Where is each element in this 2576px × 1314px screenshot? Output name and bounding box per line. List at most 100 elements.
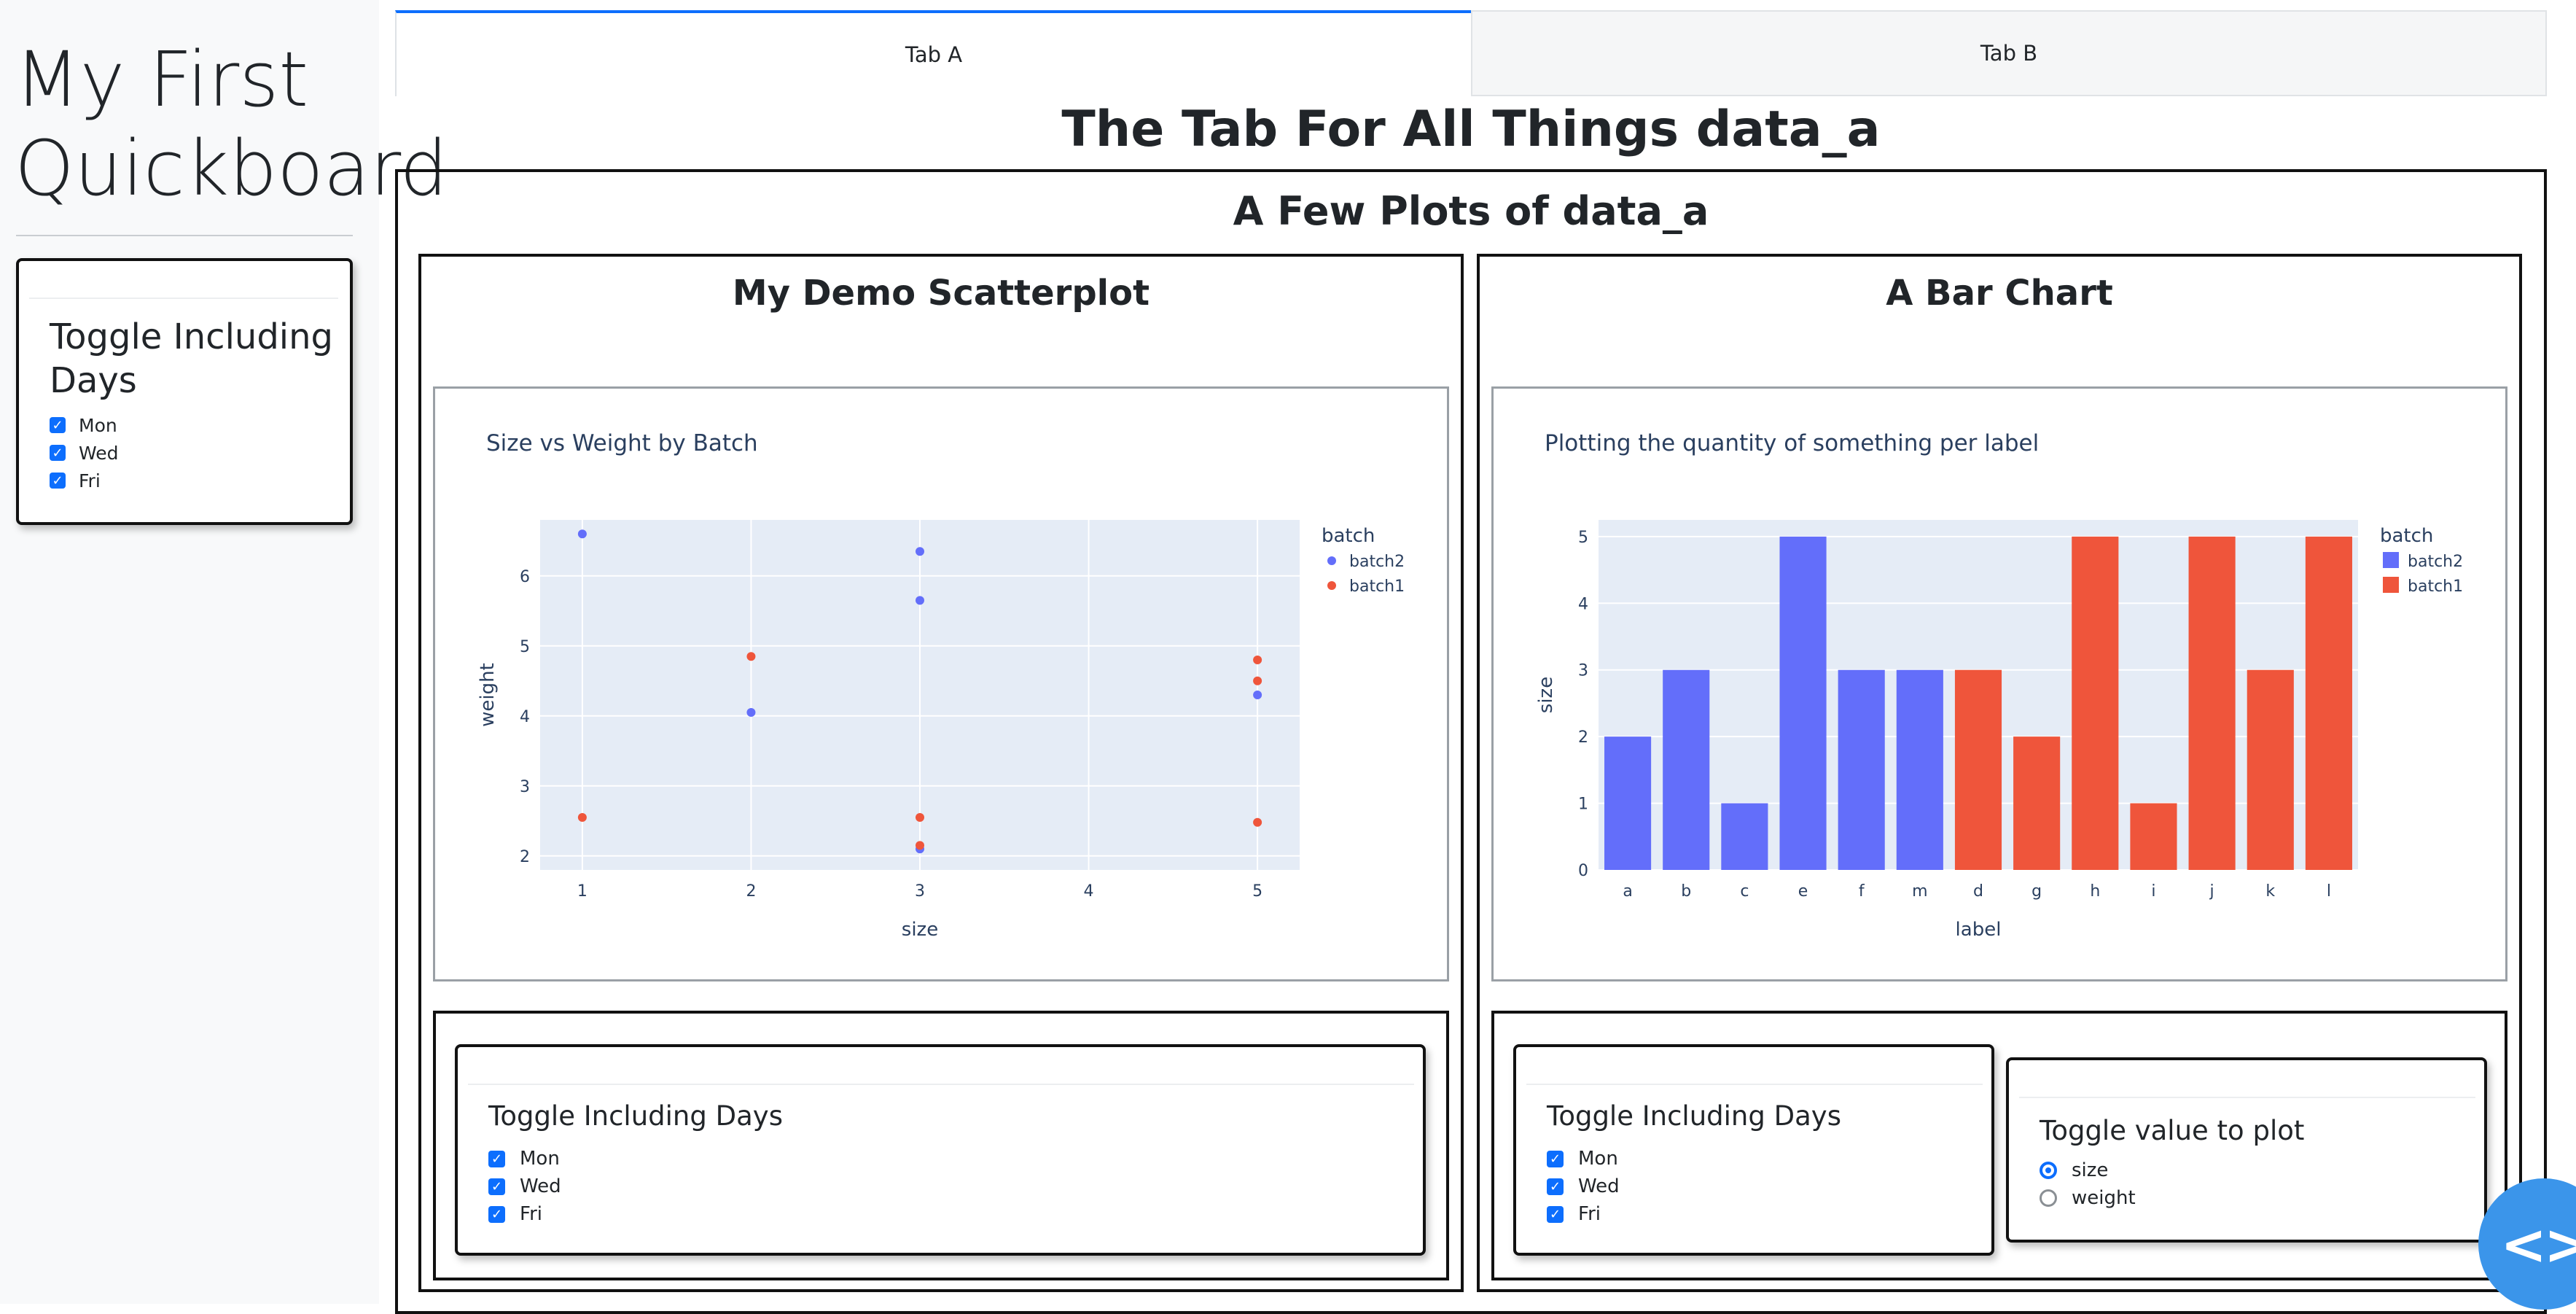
checkbox-mon[interactable]: ✓ Mon [1547,1145,1620,1173]
card-header-divider [1526,1084,1983,1085]
bar-f[interactable] [1838,669,1885,870]
scatter-panel-title: My Demo Scatterplot [732,273,1150,314]
bar-y-tick-label: 5 [1578,529,1588,547]
bar-days-card-title: Toggle Including Days [1547,1100,1841,1132]
checkbox-mon[interactable]: ✓ Mon [50,411,119,439]
checkbox-checked-icon[interactable]: ✓ [488,1178,505,1195]
scatter-days-card-title: Toggle Including Days [488,1100,783,1132]
bar-legend-marker [2383,552,2399,568]
bar-x-tick-label: c [1740,882,1749,901]
scatter-x-tick-label: 1 [577,882,588,901]
scatter-point-batch2[interactable] [916,547,924,556]
scatter-point-batch1[interactable] [1253,817,1262,827]
scatter-point-batch1[interactable] [1253,656,1262,664]
bar-x-tick-label: m [1912,882,1927,901]
scatter-point-batch1[interactable] [1253,676,1262,685]
bar-l[interactable] [2305,536,2352,870]
scatter-y-tick-label: 3 [520,778,530,796]
bar-m[interactable] [1896,669,1943,870]
bar-title: Plotting the quantity of something per l… [1545,430,2039,456]
checkbox-label: Mon [79,414,117,436]
tab-a[interactable]: Tab A [395,10,1471,96]
scatter-x-tick-label: 4 [1084,882,1094,901]
radio-size[interactable]: size [2040,1156,2136,1184]
bar-g[interactable] [2013,736,2061,870]
bar-legend-title: batch [2380,525,2433,547]
scatter-x-tick-label: 5 [1252,882,1262,901]
radio-unselected-icon[interactable] [2040,1189,2057,1207]
scatter-legend[interactable]: batch batch2 batch1 [1322,525,1405,596]
checkbox-label: Mon [520,1148,560,1170]
bar-d[interactable] [1954,669,2002,870]
tab-b[interactable]: Tab B [1471,10,2547,96]
bar-legend-marker [2383,577,2399,593]
checkbox-checked-icon[interactable]: ✓ [50,445,66,461]
bar-svg[interactable]: Plotting the quantity of something per l… [1494,389,2505,979]
bar-legend-label: batch2 [2408,553,2463,571]
checkbox-fri[interactable]: ✓ Fri [488,1200,561,1228]
bar-h[interactable] [2072,536,2119,870]
bar-c[interactable] [1721,803,1768,870]
bar-x-tick-label: k [2265,882,2275,901]
checkbox-checked-icon[interactable]: ✓ [50,417,66,433]
card-header-divider [468,1084,1414,1085]
scatter-x-tick-label: 3 [915,882,925,901]
bar-y-tick-label: 2 [1578,728,1588,747]
bar-value-card-title: Toggle value to plot [2040,1115,2305,1146]
scatter-point-batch2[interactable] [746,708,756,717]
checkbox-wed[interactable]: ✓ Wed [1547,1173,1620,1200]
checkbox-checked-icon[interactable]: ✓ [1547,1205,1564,1223]
app-title: My First Quickboard [15,35,448,213]
bar-legend[interactable]: batch batch2 batch1 [2380,525,2463,596]
checkbox-checked-icon[interactable]: ✓ [1547,1150,1564,1167]
checkbox-wed[interactable]: ✓ Wed [488,1173,561,1200]
app-title-line1: My First [15,35,309,124]
scatter-legend-title: batch [1322,525,1375,547]
scatter-legend-marker [1327,556,1336,565]
bar-k[interactable] [2247,669,2294,870]
bar-plot[interactable]: Plotting the quantity of something per l… [1491,386,2507,981]
scatter-legend-marker [1327,581,1336,590]
scatter-title: Size vs Weight by Batch [486,430,758,456]
checkbox-checked-icon[interactable]: ✓ [1547,1178,1564,1195]
checkbox-wed[interactable]: ✓ Wed [50,439,119,467]
scatter-point-batch2[interactable] [916,596,924,605]
scatter-point-batch1[interactable] [916,813,924,822]
bar-days-card: Toggle Including Days ✓ Mon ✓ Wed ✓ Fri [1513,1044,1994,1256]
tab-a-label: Tab A [905,42,963,67]
bar-panel-title: A Bar Chart [1886,273,2113,314]
section-title: A Few Plots of data_a [1233,188,1709,234]
scatter-point-batch1[interactable] [746,652,756,661]
checkbox-fri[interactable]: ✓ Fri [50,467,119,494]
checkbox-mon[interactable]: ✓ Mon [488,1145,561,1173]
checkbox-checked-icon[interactable]: ✓ [488,1205,505,1223]
checkbox-checked-icon[interactable]: ✓ [488,1150,505,1167]
bar-j[interactable] [2188,536,2236,870]
scatter-days-card: Toggle Including Days ✓ Mon ✓ Wed ✓ Fri [455,1044,1426,1256]
card-title-line2: Days [50,360,137,401]
checkbox-label: Wed [1578,1175,1620,1197]
bar-a[interactable] [1604,736,1652,870]
scatter-plot[interactable]: Size vs Weight by Batch 1234523456 size … [433,386,1449,981]
bar-b[interactable] [1663,669,1710,870]
checkbox-checked-icon[interactable]: ✓ [50,473,66,489]
scatter-point-batch1[interactable] [577,813,587,822]
scatter-point-batch2[interactable] [1253,691,1262,699]
code-brackets-icon: <> [2500,1211,2576,1277]
page-title: The Tab For All Things data_a [1061,101,1881,158]
scatter-svg[interactable]: Size vs Weight by Batch 1 2 3 4 523456 size … [435,389,1447,979]
checkbox-fri[interactable]: ✓ Fri [1547,1200,1620,1228]
scatter-point-batch2[interactable] [577,529,587,539]
bar-y-tick-label: 3 [1578,662,1588,680]
bar-e[interactable] [1779,536,1827,870]
bar-legend-label: batch1 [2408,578,2463,596]
sidebar-days-checklist: ✓ Mon ✓ Wed ✓ Fri [50,411,119,494]
scatter-point-batch1[interactable] [916,841,924,850]
value-radio-group: size weight [2040,1156,2136,1212]
bar-i[interactable] [2130,803,2177,870]
radio-weight[interactable]: weight [2040,1184,2136,1212]
scatter-y-tick-label: 6 [520,568,530,586]
radio-selected-icon[interactable] [2040,1162,2057,1179]
radio-label: weight [2072,1187,2136,1209]
bar-x-tick-label: a [1623,882,1632,901]
